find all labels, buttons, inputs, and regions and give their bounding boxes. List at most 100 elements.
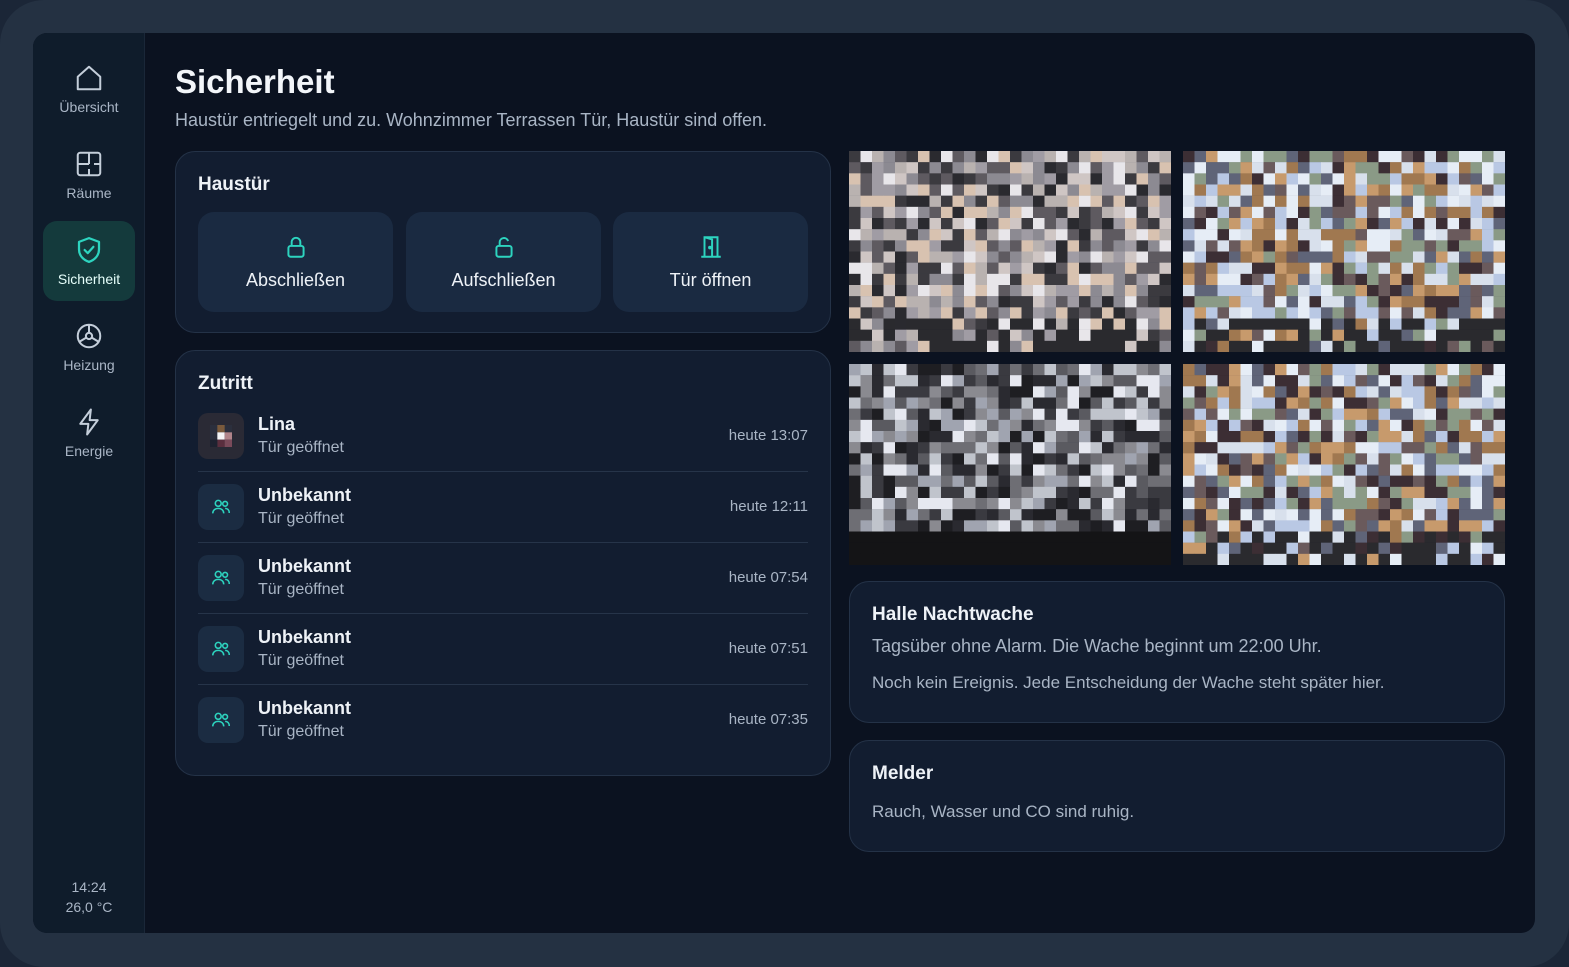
camera-pixel bbox=[1482, 240, 1494, 252]
camera-pixel bbox=[1206, 486, 1218, 499]
avatar-photo bbox=[210, 425, 232, 447]
camera-pixel bbox=[1113, 318, 1126, 330]
open-door-button[interactable]: Tür öffnen bbox=[613, 212, 808, 312]
camera-4-feed[interactable] bbox=[1183, 364, 1505, 565]
camera-pixel bbox=[1102, 542, 1114, 555]
camera-pixel bbox=[1010, 520, 1022, 532]
camera-2-feed[interactable] bbox=[1183, 151, 1505, 352]
sidebar-item-security[interactable]: Sicherheit bbox=[43, 221, 135, 301]
camera-pixel bbox=[1378, 206, 1391, 219]
camera-pixel bbox=[918, 273, 930, 286]
camera-pixel bbox=[1390, 498, 1402, 510]
camera-pixel bbox=[918, 431, 930, 443]
camera-1-feed[interactable] bbox=[849, 151, 1171, 352]
sidebar-item-overview[interactable]: Übersicht bbox=[43, 49, 135, 129]
camera-pixel bbox=[1367, 498, 1379, 510]
camera-pixel bbox=[941, 486, 953, 499]
camera-pixel bbox=[998, 340, 1011, 352]
camera-pixel bbox=[1194, 553, 1207, 565]
camera-pixel bbox=[1079, 184, 1091, 196]
camera-pixel bbox=[1344, 464, 1356, 476]
camera-pixel bbox=[1010, 285, 1022, 297]
camera-pixel bbox=[1194, 431, 1207, 443]
camera-pixel bbox=[1493, 206, 1505, 219]
camera-pixel bbox=[1183, 397, 1195, 409]
sidebar-item-energy[interactable]: Energie bbox=[43, 393, 135, 473]
camera-pixel bbox=[1321, 262, 1333, 275]
camera-pixel bbox=[849, 509, 861, 521]
camera-pixel bbox=[975, 542, 988, 555]
camera-pixel bbox=[964, 408, 976, 421]
camera-pixel bbox=[1436, 229, 1448, 241]
list-item[interactable]: Unbekannt Tür geöffnet heute 07:35 bbox=[198, 685, 808, 756]
camera-pixel bbox=[1263, 173, 1276, 185]
camera-pixel bbox=[1067, 273, 1080, 286]
camera-pixel bbox=[1275, 229, 1287, 241]
camera-pixel bbox=[1309, 318, 1322, 330]
camera-pixel bbox=[1240, 162, 1253, 174]
camera-pixel bbox=[1378, 285, 1391, 297]
camera-pixel bbox=[941, 318, 953, 330]
camera-pixel bbox=[860, 498, 873, 510]
camera-pixel bbox=[883, 486, 896, 499]
camera-pixel bbox=[1021, 509, 1034, 521]
camera-pixel bbox=[1493, 520, 1505, 532]
camera-pixel bbox=[906, 386, 919, 398]
list-item[interactable]: Unbekannt Tür geöffnet heute 07:54 bbox=[198, 543, 808, 614]
camera-pixel bbox=[895, 520, 907, 532]
camera-pixel bbox=[964, 364, 976, 376]
camera-pixel bbox=[1010, 240, 1022, 252]
camera-pixel bbox=[1206, 285, 1218, 297]
camera-pixel bbox=[1309, 151, 1322, 163]
camera-pixel bbox=[1424, 386, 1437, 398]
camera-pixel bbox=[1159, 475, 1171, 488]
camera-pixel bbox=[1493, 240, 1505, 252]
camera-pixel bbox=[872, 285, 884, 297]
camera-pixel bbox=[1309, 184, 1322, 196]
camera-3-feed[interactable] bbox=[849, 364, 1171, 565]
camera-pixel bbox=[1010, 184, 1022, 196]
camera-pixel bbox=[849, 240, 861, 252]
list-item[interactable]: Unbekannt Tür geöffnet heute 07:51 bbox=[198, 614, 808, 685]
camera-pixel bbox=[1067, 498, 1080, 510]
camera-pixel bbox=[860, 184, 873, 196]
camera-pixel bbox=[975, 408, 988, 421]
camera-pixel bbox=[1229, 386, 1241, 398]
camera-pixel bbox=[1056, 520, 1068, 532]
camera-pixel bbox=[929, 285, 942, 297]
camera-pixel bbox=[1321, 296, 1333, 308]
camera-pixel bbox=[1217, 329, 1230, 342]
camera-pixel bbox=[1298, 251, 1310, 263]
camera-pixel bbox=[1263, 240, 1276, 252]
list-item[interactable]: Unbekannt Tür geöffnet heute 12:11 bbox=[198, 472, 808, 543]
camera-pixel bbox=[941, 251, 953, 263]
camera-pixel bbox=[1482, 173, 1494, 185]
camera-pixel bbox=[1159, 318, 1171, 330]
camera-pixel bbox=[1309, 329, 1322, 342]
sidebar-item-rooms[interactable]: Räume bbox=[43, 135, 135, 215]
camera-pixel bbox=[1436, 375, 1448, 387]
camera-pixel bbox=[1240, 475, 1253, 488]
camera-pixel bbox=[906, 498, 919, 510]
camera-pixel bbox=[1056, 431, 1068, 443]
camera-pixel bbox=[1148, 273, 1160, 286]
camera-pixel bbox=[1067, 375, 1080, 387]
sidebar-item-heating[interactable]: Heizung bbox=[43, 307, 135, 387]
lock-button[interactable]: Abschließen bbox=[198, 212, 393, 312]
camera-pixel bbox=[895, 531, 907, 543]
camera-pixel bbox=[1332, 151, 1345, 163]
camera-pixel bbox=[1102, 151, 1114, 163]
unlock-button[interactable]: Aufschließen bbox=[406, 212, 601, 312]
camera-pixel bbox=[1113, 173, 1126, 185]
camera-pixel bbox=[1148, 151, 1160, 163]
camera-pixel bbox=[1344, 542, 1356, 555]
camera-pixel bbox=[1413, 520, 1425, 532]
camera-pixel bbox=[1194, 251, 1207, 263]
camera-pixel bbox=[1459, 431, 1471, 443]
list-item[interactable]: Lina Tür geöffnet heute 13:07 bbox=[198, 401, 808, 472]
camera-pixel bbox=[1459, 531, 1471, 543]
camera-pixel bbox=[1021, 273, 1034, 286]
camera-pixel bbox=[941, 531, 953, 543]
camera-pixel bbox=[1424, 318, 1437, 330]
camera-pixel bbox=[895, 251, 907, 263]
